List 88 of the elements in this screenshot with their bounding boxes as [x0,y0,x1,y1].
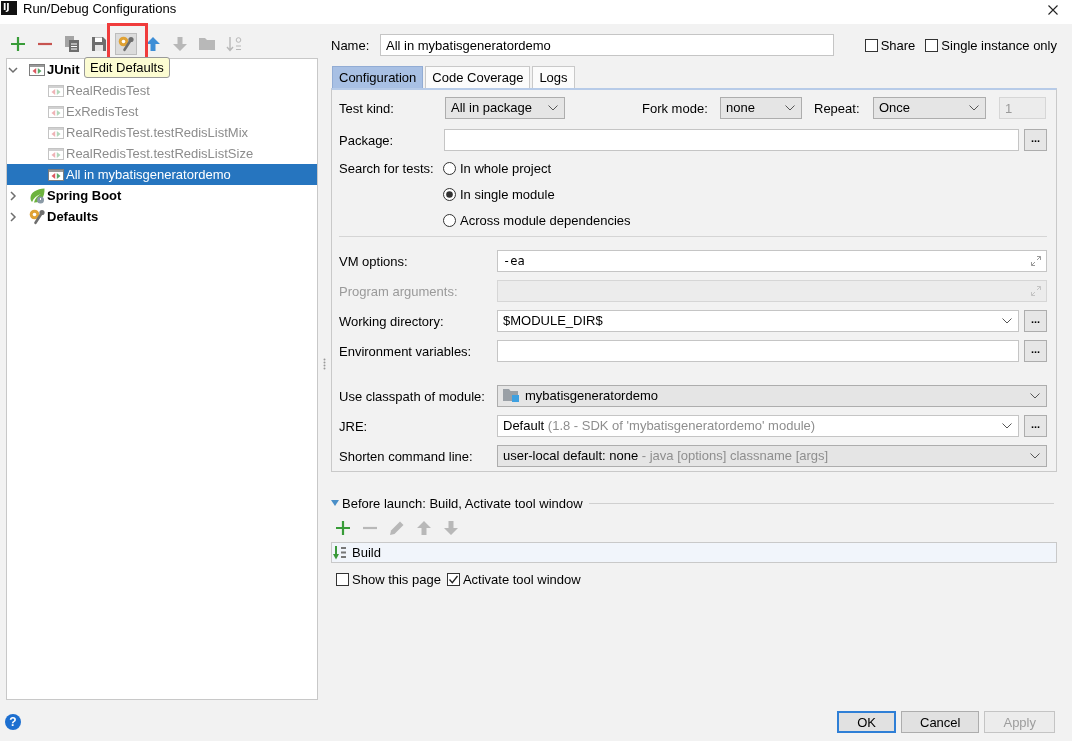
section-title: Before launch: Build, Activate tool window [342,495,583,511]
radio-label[interactable]: Across module dependencies [460,212,631,228]
dialog-button[interactable]: Cancel [901,711,980,733]
chevron-down-icon [1030,453,1040,459]
browse-button[interactable]: ... [1024,340,1047,362]
gear-wrench-icon[interactable] [115,33,137,55]
triangle-down-icon[interactable] [331,500,339,506]
help-button[interactable]: ? [5,714,21,730]
tree-item[interactable]: JUnit [7,59,82,80]
tree-item[interactable]: Defaults [7,206,101,227]
chevron-right-icon[interactable] [7,189,19,202]
test-run-icon [48,166,64,183]
save-icon[interactable] [91,36,107,52]
field-label: Working directory: [339,313,445,329]
copy-icon[interactable] [64,36,80,52]
dropdown[interactable]: mybatisgeneratordemo [497,385,1047,407]
leaf-icon [29,187,45,204]
add-icon[interactable] [335,520,351,536]
tree-item[interactable]: All in mybatisgeneratordemo [7,164,317,185]
radio-button[interactable] [443,187,456,201]
browse-button[interactable]: ... [1024,415,1047,437]
field-label: Repeat: [814,100,861,116]
gear-wrench-icon [29,208,45,225]
dropdown[interactable]: Once [873,97,986,119]
splitter-handle[interactable] [323,357,326,370]
field-label: Use classpath of module: [339,388,486,404]
checkbox[interactable] [336,573,349,586]
chevron-down-icon [1002,318,1012,324]
field-label: Program arguments: [339,283,459,299]
test-run-icon [48,82,64,99]
chevron-down-icon [785,105,795,111]
field-label: Test kind: [339,100,395,116]
checkbox[interactable] [864,38,878,52]
field-label: JRE: [339,418,369,434]
field-label: Package: [339,132,395,148]
arrow-up-icon[interactable] [145,36,161,52]
chevron-right-icon[interactable] [7,210,19,223]
radio-label[interactable]: In whole project [460,160,552,176]
field-label: Environment variables: [339,343,473,359]
list-item[interactable]: Build [352,545,381,560]
test-run-icon [48,145,64,162]
field-label: VM options: [339,253,409,269]
dropdown[interactable]: user-local default: none - java [options] classname [args] [497,445,1047,467]
radio-button[interactable] [443,213,456,227]
field-label: Fork mode: [642,100,709,116]
text-field[interactable]: All in mybatisgeneratordemo [380,34,834,56]
tab[interactable]: Code Coverage [425,66,531,88]
tree-item[interactable]: RealRedisTest.testRedisListSize [7,143,256,164]
test-run-icon [48,103,64,120]
chevron-down-icon [969,105,979,111]
chevron-down-icon [1002,423,1012,429]
checkbox[interactable] [925,38,939,52]
tree-item[interactable]: Spring Boot [7,185,124,206]
tab[interactable]: Configuration [332,66,424,88]
dialog-button[interactable]: OK [837,711,896,733]
dropdown[interactable]: none [720,97,802,119]
tree-item[interactable]: RealRedisTest.testRedisListMix [7,122,251,143]
window-title: Run/Debug Configurations [23,1,177,17]
checkbox-label[interactable]: Share [880,37,916,53]
field-label: Name: [331,37,371,53]
chevron-down-icon [548,105,558,111]
browse-button[interactable]: ... [1024,129,1047,151]
text-field[interactable]: -ea [497,250,1047,272]
checkbox[interactable] [446,573,460,586]
chevron-down-icon [1030,393,1040,399]
dropdown[interactable]: $MODULE_DIR$ [497,310,1019,332]
text-field[interactable] [444,129,1019,151]
field-label: Shorten command line: [339,448,474,464]
dropdown[interactable]: Default (1.8 - SDK of 'mybatisgeneratordemo' module) [497,415,1019,437]
test-run-icon [48,124,64,141]
checkbox-label[interactable]: Single instance only [941,37,1057,53]
radio-button[interactable] [443,161,456,175]
tab[interactable]: Logs [532,66,575,88]
close-icon[interactable] [1048,5,1058,15]
radio-label[interactable]: In single module [460,186,555,202]
browse-button[interactable]: ... [1024,310,1047,332]
dropdown[interactable]: All in package [445,97,565,119]
expand-icon[interactable] [1031,256,1041,266]
test-run-icon [29,61,45,78]
tooltip: Edit Defaults [84,57,170,78]
arrow-bits-icon [333,545,347,560]
field-label: Search for tests: [339,159,435,178]
checkbox-label[interactable]: Activate tool window [462,572,581,587]
text-field[interactable] [497,340,1019,362]
app-logo: IJ [1,1,17,17]
add-icon[interactable] [10,36,26,52]
checkbox-label[interactable]: Show this page [352,572,441,587]
module-folder-icon [503,388,519,402]
